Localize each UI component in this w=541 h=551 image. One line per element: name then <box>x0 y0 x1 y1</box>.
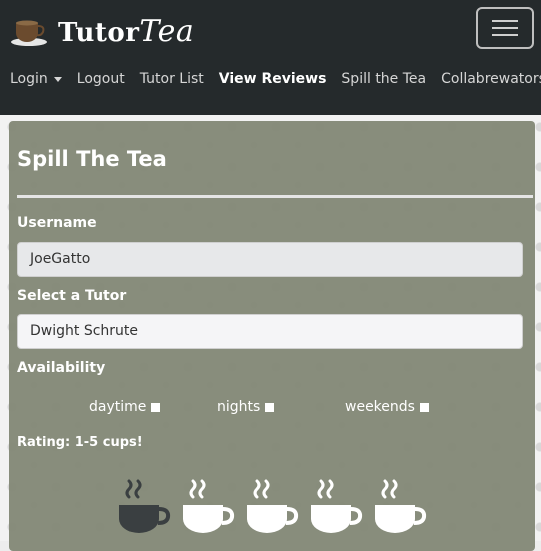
availability-weekends-label: weekends <box>345 399 415 415</box>
nav-logout[interactable]: Logout <box>77 71 125 87</box>
rating-cup-3-icon[interactable] <box>245 479 299 539</box>
tutor-select[interactable]: Dwight Schrute <box>17 314 523 349</box>
title-divider <box>17 195 533 198</box>
nights-checkbox[interactable] <box>265 402 275 412</box>
rating-cup-5-icon[interactable] <box>373 479 427 539</box>
menu-toggle-button[interactable] <box>476 7 534 49</box>
review-form-card: Spill The Tea Username JoeGatto Select a… <box>9 121 535 551</box>
nav-spill-the-tea[interactable]: Spill the Tea <box>341 71 426 87</box>
nav-tutor-list[interactable]: Tutor List <box>140 71 204 87</box>
availability-nights-label: nights <box>217 399 261 415</box>
navbar: TutorTea Login Logout Tutor List View Re… <box>0 0 541 115</box>
availability-label: Availability <box>17 360 106 376</box>
daytime-checkbox[interactable] <box>151 402 161 412</box>
tutor-select-label: Select a Tutor <box>17 288 127 304</box>
availability-nights[interactable]: nights <box>217 399 275 415</box>
teacup-icon <box>10 17 48 47</box>
rating-cup-2-icon[interactable] <box>181 479 235 539</box>
weekends-checkbox[interactable] <box>419 402 429 412</box>
nav-login-dropdown[interactable]: Login <box>10 71 62 87</box>
rating-cup-1-icon[interactable] <box>117 479 171 539</box>
username-label: Username <box>17 215 97 231</box>
nav-links: Login Logout Tutor List View Reviews Spi… <box>10 71 541 87</box>
rating-cups <box>117 479 427 539</box>
rating-label: Rating: 1-5 cups! <box>17 435 143 450</box>
hamburger-icon-bar <box>492 27 518 29</box>
nav-view-reviews[interactable]: View Reviews <box>219 71 327 87</box>
nav-collabrewators[interactable]: Collabrewators <box>441 71 541 87</box>
username-field[interactable]: JoeGatto <box>17 242 523 277</box>
availability-daytime-label: daytime <box>89 399 147 415</box>
caret-down-icon <box>53 76 62 82</box>
availability-weekends[interactable]: weekends <box>345 399 429 415</box>
rating-cup-4-icon[interactable] <box>309 479 363 539</box>
brand[interactable]: TutorTea <box>10 14 194 49</box>
form-title: Spill The Tea <box>17 147 167 171</box>
brand-name: TutorTea <box>58 14 195 49</box>
availability-daytime[interactable]: daytime <box>89 399 161 415</box>
hamburger-icon-bar <box>492 34 518 36</box>
hamburger-icon-bar <box>492 20 518 22</box>
